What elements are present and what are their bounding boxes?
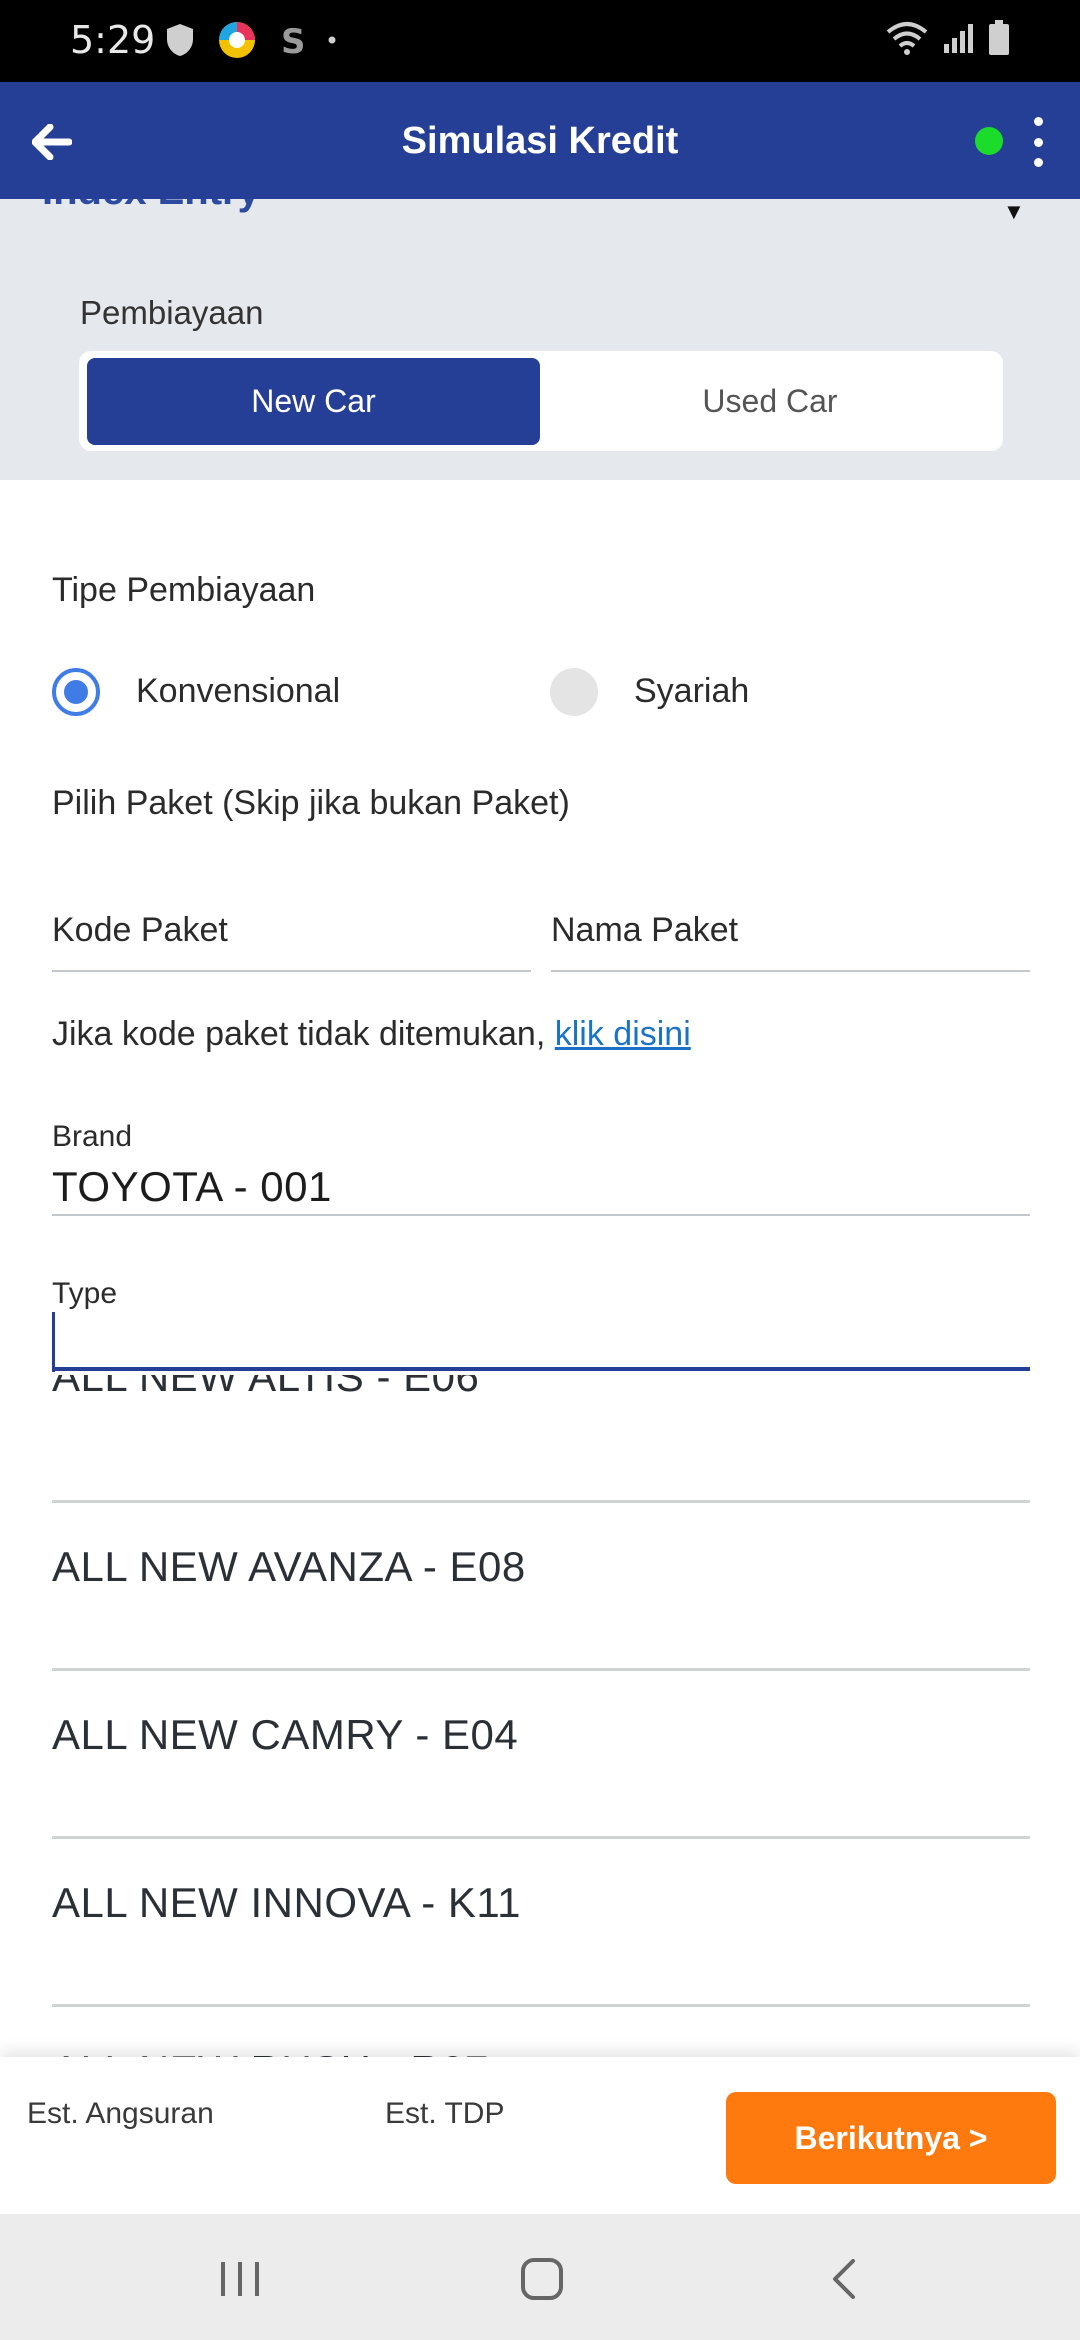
- battery-icon: [989, 20, 1009, 55]
- list-item-label: ALL NEW CAMRY - E04: [52, 1711, 519, 1758]
- nama-paket-field[interactable]: Nama Paket: [551, 911, 738, 950]
- recent-apps-icon: [221, 2262, 259, 2296]
- est-tdp-label: Est. TDP: [385, 2097, 505, 2130]
- back-nav-icon: [833, 2259, 855, 2299]
- radio-konvensional[interactable]: [52, 668, 100, 716]
- pembiayaan-segmented-control: New Car Used Car: [79, 351, 1003, 451]
- list-item-label: ALL NEW INNOVA - K11: [52, 1879, 522, 1926]
- used-car-button[interactable]: Used Car: [545, 358, 995, 445]
- bottom-action-bar: Est. Angsuran Est. TDP Berikutnya >: [0, 2057, 1080, 2214]
- next-button[interactable]: Berikutnya >: [726, 2092, 1056, 2184]
- est-angsuran-label: Est. Angsuran: [27, 2097, 214, 2130]
- type-label: Type: [52, 1277, 118, 1310]
- signal-icon: [944, 24, 973, 53]
- paket-not-found-message: Jika kode paket tidak ditemukan,: [52, 1015, 555, 1053]
- more-vert-icon-dot: [1033, 137, 1043, 147]
- klik-disini-link[interactable]: klik disini: [555, 1015, 691, 1053]
- list-item-label: ALL NEW AVANZA - E08: [52, 1543, 526, 1590]
- status-icons-left: S: [165, 20, 337, 60]
- home-button[interactable]: [502, 2244, 582, 2314]
- list-item[interactable]: ALL NEW ALTIS - E06: [52, 1375, 1030, 1503]
- brand-field[interactable]: TOYOTA - 001: [52, 1163, 332, 1211]
- s-app-icon: S: [281, 22, 305, 59]
- page-title: Simulasi Kredit: [401, 120, 679, 162]
- list-item[interactable]: ALL NEW CAMRY - E04: [52, 1671, 1030, 1839]
- svg-text:S: S: [281, 22, 305, 59]
- index-entry-heading[interactable]: Index Entry: [42, 199, 260, 214]
- status-bar: 5:29 S: [0, 0, 1080, 82]
- paket-not-found-text: Jika kode paket tidak ditemukan, klik di…: [52, 1015, 691, 1054]
- online-status-indicator: [975, 127, 1003, 155]
- list-item[interactable]: ALL NEW INNOVA - K11: [52, 1839, 1030, 2007]
- more-vert-icon: [1033, 117, 1043, 126]
- status-time: 5:29: [70, 18, 156, 62]
- colorful-app-icon: [219, 22, 255, 58]
- nama-paket-underline: [551, 970, 1030, 972]
- radio-syariah[interactable]: [550, 668, 598, 716]
- new-car-button[interactable]: New Car: [87, 358, 540, 445]
- list-item[interactable]: ALL NEW AVANZA - E08: [52, 1503, 1030, 1671]
- brand-label: Brand: [52, 1120, 133, 1153]
- status-icons-right: [886, 20, 1010, 56]
- back-nav-button[interactable]: [804, 2244, 884, 2314]
- list-item-label: ALL NEW ALTIS - E06: [52, 1375, 480, 1400]
- wifi-icon: [886, 22, 928, 55]
- dot-icon: [328, 36, 336, 44]
- system-nav-bar: [0, 2214, 1080, 2340]
- recent-apps-button[interactable]: [200, 2244, 280, 2314]
- konvensional-label[interactable]: Konvensional: [136, 672, 340, 711]
- brand-underline: [52, 1214, 1030, 1216]
- type-input[interactable]: [52, 1311, 1030, 1371]
- list-item[interactable]: ALL NEW RUSH - R07: [52, 2007, 1030, 2057]
- kode-paket-field[interactable]: Kode Paket: [52, 911, 228, 950]
- index-entry-section: Index Entry ▼ Pembiayaan New Car Used Ca…: [0, 199, 1080, 480]
- kode-paket-underline: [52, 970, 531, 972]
- pilih-paket-heading: Pilih Paket (Skip jika bukan Paket): [52, 784, 570, 822]
- shield-icon: [167, 24, 193, 56]
- text-cursor: [52, 1312, 55, 1372]
- more-options-button[interactable]: [1028, 117, 1048, 167]
- app-bar: Simulasi Kredit: [0, 82, 1080, 199]
- collapse-caret-icon[interactable]: ▼: [1003, 199, 1025, 225]
- home-icon: [521, 2258, 563, 2300]
- pembiayaan-label: Pembiayaan: [80, 294, 264, 331]
- list-item-label: ALL NEW RUSH - R07: [52, 2047, 489, 2057]
- tipe-pembiayaan-label: Tipe Pembiayaan: [52, 571, 316, 609]
- type-dropdown-list: ALL NEW ALTIS - E06 ALL NEW AVANZA - E08…: [0, 1375, 1080, 2057]
- syariah-label[interactable]: Syariah: [634, 672, 749, 711]
- more-vert-icon-dot: [1033, 158, 1043, 167]
